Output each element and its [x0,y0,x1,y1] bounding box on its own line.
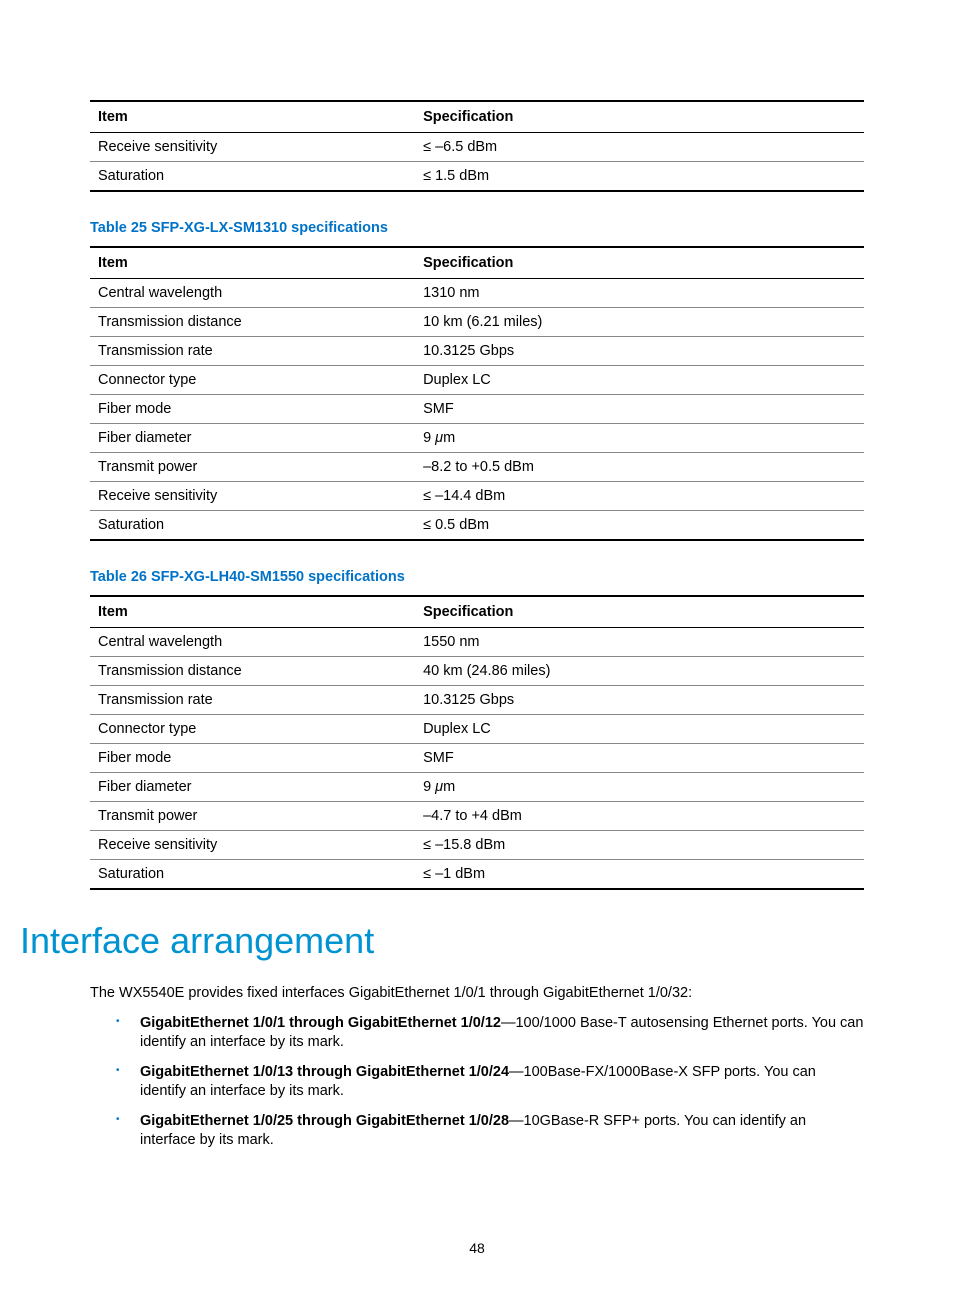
section-heading: Interface arrangement [20,920,864,962]
table-row: Fiber diameter9 μm [90,773,864,802]
cell-spec: Duplex LC [415,366,864,395]
table-header-row: Item Specification [90,596,864,628]
cell-item: Central wavelength [90,628,415,657]
table-row: Transmission distance40 km (24.86 miles) [90,657,864,686]
table-row: Transmission rate10.3125 Gbps [90,337,864,366]
section-intro: The WX5540E provides fixed interfaces Gi… [90,984,864,1004]
cell-spec: ≤ –6.5 dBm [415,133,864,162]
table-25: Item Specification Central wavelength131… [90,246,864,541]
table-row: Receive sensitivity≤ –14.4 dBm [90,482,864,511]
table-row: Receive sensitivity ≤ –6.5 dBm [90,133,864,162]
cell-item: Transmission distance [90,657,415,686]
table-row: Saturation ≤ 1.5 dBm [90,162,864,192]
table-header-row: Item Specification [90,247,864,279]
table-26-body: Central wavelength1550 nm Transmission d… [90,628,864,890]
list-item: GigabitEthernet 1/0/13 through GigabitEt… [112,1063,864,1102]
cell-spec: SMF [415,395,864,424]
table-row: Saturation≤ –1 dBm [90,860,864,890]
cell-item: Transmit power [90,453,415,482]
table-row: Transmit power–4.7 to +4 dBm [90,802,864,831]
cell-spec: ≤ 1.5 dBm [415,162,864,192]
cell-item: Saturation [90,511,415,541]
header-spec: Specification [415,596,864,628]
table-25-caption: Table 25 SFP-XG-LX-SM1310 specifications [90,220,864,236]
header-item: Item [90,596,415,628]
cell-item: Transmission rate [90,337,415,366]
table-26-caption: Table 26 SFP-XG-LH40-SM1550 specificatio… [90,569,864,585]
table-24-cont: Item Specification Receive sensitivity ≤… [90,100,864,192]
cell-item: Saturation [90,860,415,890]
table-row: Transmit power–8.2 to +0.5 dBm [90,453,864,482]
cell-item: Connector type [90,366,415,395]
table-row: Transmission rate10.3125 Gbps [90,686,864,715]
table-row: Saturation≤ 0.5 dBm [90,511,864,541]
cell-item: Transmission rate [90,686,415,715]
cell-spec: ≤ 0.5 dBm [415,511,864,541]
cell-spec: ≤ –15.8 dBm [415,831,864,860]
header-item: Item [90,247,415,279]
cell-item: Receive sensitivity [90,482,415,511]
cell-item: Fiber diameter [90,424,415,453]
cell-spec: 9 μm [415,424,864,453]
cell-spec: ≤ –1 dBm [415,860,864,890]
header-spec: Specification [415,247,864,279]
cell-spec: Duplex LC [415,715,864,744]
header-spec: Specification [415,101,864,133]
bullet-bold: GigabitEthernet 1/0/25 through GigabitEt… [140,1113,509,1129]
cell-spec: 40 km (24.86 miles) [415,657,864,686]
table-row: Central wavelength1550 nm [90,628,864,657]
table-row: Transmission distance10 km (6.21 miles) [90,308,864,337]
cell-item: Transmit power [90,802,415,831]
cell-spec: 10.3125 Gbps [415,686,864,715]
cell-item: Fiber diameter [90,773,415,802]
cell-spec: 10 km (6.21 miles) [415,308,864,337]
table-row: Fiber modeSMF [90,744,864,773]
table-24-body: Receive sensitivity ≤ –6.5 dBm Saturatio… [90,133,864,192]
cell-spec: 1310 nm [415,279,864,308]
cell-spec: –8.2 to +0.5 dBm [415,453,864,482]
cell-item: Fiber mode [90,744,415,773]
table-row: Fiber modeSMF [90,395,864,424]
cell-item: Receive sensitivity [90,133,415,162]
table-26: Item Specification Central wavelength155… [90,595,864,890]
table-header-row: Item Specification [90,101,864,133]
page-number: 48 [0,1240,954,1256]
table-row: Fiber diameter9 μm [90,424,864,453]
header-item: Item [90,101,415,133]
table-row: Central wavelength1310 nm [90,279,864,308]
cell-spec: 10.3125 Gbps [415,337,864,366]
cell-item: Central wavelength [90,279,415,308]
list-item: GigabitEthernet 1/0/25 through GigabitEt… [112,1112,864,1151]
table-row: Connector typeDuplex LC [90,715,864,744]
table-row: Connector typeDuplex LC [90,366,864,395]
cell-spec: 9 μm [415,773,864,802]
cell-spec: ≤ –14.4 dBm [415,482,864,511]
cell-item: Receive sensitivity [90,831,415,860]
table-row: Receive sensitivity≤ –15.8 dBm [90,831,864,860]
list-item: GigabitEthernet 1/0/1 through GigabitEth… [112,1014,864,1053]
cell-item: Fiber mode [90,395,415,424]
bullet-bold: GigabitEthernet 1/0/13 through GigabitEt… [140,1064,509,1080]
cell-spec: –4.7 to +4 dBm [415,802,864,831]
page: Item Specification Receive sensitivity ≤… [0,0,954,1296]
cell-item: Connector type [90,715,415,744]
bullet-bold: GigabitEthernet 1/0/1 through GigabitEth… [140,1015,501,1031]
cell-item: Transmission distance [90,308,415,337]
cell-spec: 1550 nm [415,628,864,657]
table-25-body: Central wavelength1310 nm Transmission d… [90,279,864,541]
cell-spec: SMF [415,744,864,773]
cell-item: Saturation [90,162,415,192]
bullet-list: GigabitEthernet 1/0/1 through GigabitEth… [112,1014,864,1151]
